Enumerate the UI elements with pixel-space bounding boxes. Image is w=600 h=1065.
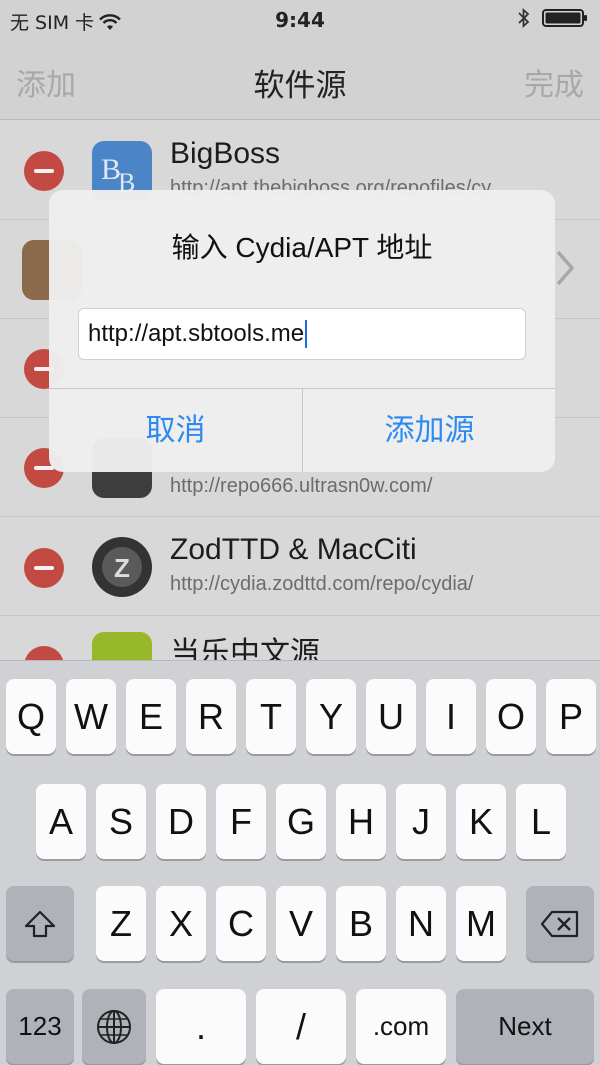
- key-n[interactable]: N: [396, 886, 446, 961]
- done-button[interactable]: 完成: [524, 60, 584, 104]
- delete-key[interactable]: [526, 886, 594, 961]
- delete-icon[interactable]: [24, 548, 64, 588]
- key-t[interactable]: T: [246, 679, 296, 754]
- key-l[interactable]: L: [516, 784, 566, 859]
- source-url: http://cydia.zodttd.com/repo/cydia/: [170, 573, 474, 595]
- key-r[interactable]: R: [186, 679, 236, 754]
- key-j[interactable]: J: [396, 784, 446, 859]
- key-w[interactable]: W: [66, 679, 116, 754]
- key-h[interactable]: H: [336, 784, 386, 859]
- key-y[interactable]: Y: [306, 679, 356, 754]
- source-url: http://repo666.ultrasn0w.com/: [170, 475, 433, 497]
- key-q[interactable]: Q: [6, 679, 56, 754]
- key-z[interactable]: Z: [96, 886, 146, 961]
- key-u[interactable]: U: [366, 679, 416, 754]
- keyboard: Q W E R T Y U I O P A S D F G H J K L Z …: [0, 660, 600, 1065]
- key-c[interactable]: C: [216, 886, 266, 961]
- status-bar: 无 SIM 卡 9:44: [0, 0, 600, 40]
- svg-text:Z: Z: [114, 553, 130, 583]
- numbers-key[interactable]: 123: [6, 989, 74, 1064]
- zodttd-app-icon: Z: [92, 537, 152, 597]
- globe-key[interactable]: [82, 989, 146, 1064]
- key-i[interactable]: I: [426, 679, 476, 754]
- dotcom-key[interactable]: .com: [356, 989, 446, 1064]
- navigation-bar: 添加 软件源 完成: [0, 40, 600, 120]
- next-key[interactable]: Next: [456, 989, 594, 1064]
- source-url-input-value: http://apt.sbtools.me: [88, 320, 305, 347]
- delete-icon[interactable]: [24, 151, 64, 191]
- bluetooth-icon: [518, 8, 530, 28]
- backspace-icon: [540, 910, 579, 937]
- dot-key[interactable]: .: [156, 989, 246, 1064]
- status-time: 9:44: [275, 8, 325, 32]
- source-name: BigBoss: [170, 137, 281, 170]
- key-a[interactable]: A: [36, 784, 86, 859]
- globe-icon: [97, 1009, 131, 1044]
- battery-icon: [542, 8, 588, 28]
- key-d[interactable]: D: [156, 784, 206, 859]
- add-source-button[interactable]: 添加源: [303, 389, 555, 472]
- page-title: 软件源: [253, 68, 347, 104]
- key-x[interactable]: X: [156, 886, 206, 961]
- key-e[interactable]: E: [126, 679, 176, 754]
- key-k[interactable]: K: [456, 784, 506, 859]
- key-b[interactable]: B: [336, 886, 386, 961]
- alert-title: 输入 Cydia/APT 地址: [171, 232, 433, 263]
- shift-key[interactable]: [6, 886, 74, 961]
- key-v[interactable]: V: [276, 886, 326, 961]
- key-g[interactable]: G: [276, 784, 326, 859]
- chevron-right-icon: [556, 250, 575, 286]
- key-s[interactable]: S: [96, 784, 146, 859]
- key-m[interactable]: M: [456, 886, 506, 961]
- text-cursor: [305, 320, 308, 348]
- add-source-alert: 输入 Cydia/APT 地址 http://apt.sbtools.me 取消…: [49, 190, 555, 472]
- key-p[interactable]: P: [546, 679, 596, 754]
- shift-icon: [24, 910, 56, 937]
- cancel-button[interactable]: 取消: [49, 389, 302, 472]
- slash-key[interactable]: /: [256, 989, 346, 1064]
- source-url-input[interactable]: http://apt.sbtools.me: [78, 308, 526, 360]
- key-f[interactable]: F: [216, 784, 266, 859]
- source-name: ZodTTD & MacCiti: [170, 533, 417, 566]
- key-o[interactable]: O: [486, 679, 536, 754]
- source-item-zodttd[interactable]: Z ZodTTD & MacCiti http://cydia.zodttd.c…: [0, 517, 600, 616]
